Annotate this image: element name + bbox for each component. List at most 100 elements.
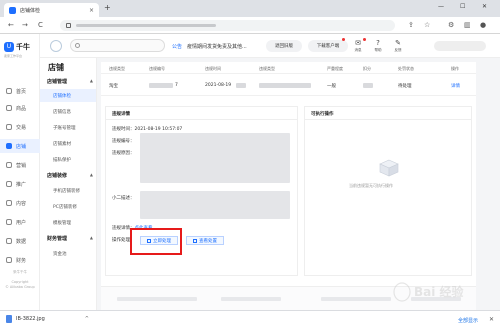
tab-title: 店铺体检 bbox=[20, 7, 41, 14]
view-disposal-button[interactable]: 查看处置 bbox=[186, 236, 224, 245]
data-icon bbox=[6, 238, 12, 244]
blurred-footer-text bbox=[221, 297, 281, 301]
empty-text: 当前违规暂无可执行操作 bbox=[349, 183, 393, 188]
browser-tabbar: 店铺体检 × + — ☐ ✕ bbox=[0, 0, 500, 17]
group-title: 店铺装修 bbox=[47, 173, 68, 179]
sidebar-label: 交易 bbox=[16, 124, 27, 131]
cell-status: 待处理 bbox=[398, 84, 412, 89]
col-points: 扣分 bbox=[363, 66, 371, 71]
download-item[interactable]: IB-3822.jpg ^ bbox=[6, 315, 89, 323]
maximize-button[interactable]: ☐ bbox=[460, 3, 465, 10]
sidebar-label: 店铺 bbox=[16, 143, 27, 150]
sidebar-item-finance[interactable]: 财务 bbox=[0, 253, 40, 267]
field-label: 违规编号： bbox=[112, 139, 135, 144]
notice-tag[interactable]: 公告 bbox=[172, 43, 182, 50]
chevron-up-icon: ▲ bbox=[89, 235, 93, 240]
star-icon[interactable]: ☆ bbox=[424, 21, 430, 29]
browser-tab[interactable]: 店铺体检 × bbox=[4, 3, 99, 17]
group-shop-decoration[interactable]: 店铺装修 ▲ bbox=[47, 172, 93, 179]
subnav-item-templates[interactable]: 模板管理 bbox=[40, 216, 96, 229]
search-input[interactable] bbox=[70, 39, 165, 52]
empty-box-icon bbox=[379, 159, 399, 177]
detail-link[interactable]: 详情 bbox=[451, 83, 460, 89]
reading-list-icon[interactable]: ▥ bbox=[464, 21, 471, 29]
return-old-version-button[interactable]: 退回旧版 bbox=[266, 40, 302, 52]
subnav-item-shop-info[interactable]: 店铺信息 bbox=[40, 105, 96, 118]
group-shop-management[interactable]: 店铺管理 ▲ bbox=[47, 78, 93, 85]
chevron-up-icon[interactable]: ^ bbox=[85, 316, 89, 322]
chevron-up-icon: ▲ bbox=[89, 172, 93, 177]
app-root: U 千牛 卖家工作平台 首页 商品 交易 店铺 营销 推广 内容 用户 数据 财… bbox=[0, 34, 500, 310]
message-button[interactable]: ✉ 消息 bbox=[350, 39, 366, 53]
user-avatar[interactable] bbox=[434, 41, 486, 51]
notice-text[interactable]: 疫情期间发货免责及其他... bbox=[187, 43, 247, 50]
table-row: 淘宝 7 2021-08-19 一般 待处理 详情 bbox=[101, 74, 476, 96]
feedback-button[interactable]: ✎ 反馈 bbox=[390, 39, 406, 53]
sidebar-item-content[interactable]: 内容 bbox=[0, 196, 40, 210]
main-content: 违规类型 违规编号 违规时间 违规类型 严重程度 扣分 处罚状态 操作 淘宝 7… bbox=[101, 62, 476, 310]
share-icon[interactable]: ⇪ bbox=[408, 21, 414, 29]
reload-button[interactable]: C bbox=[38, 21, 43, 29]
blurred-footer-text bbox=[117, 297, 197, 301]
col-severity: 严重程度 bbox=[327, 66, 343, 71]
url-text bbox=[76, 24, 216, 27]
minimize-button[interactable]: — bbox=[438, 3, 444, 10]
collapse-icon[interactable] bbox=[50, 40, 62, 52]
col-type: 违规类型 bbox=[109, 66, 125, 71]
back-button[interactable]: ← bbox=[8, 21, 14, 29]
subnav-item-privacy[interactable]: 描私保护 bbox=[40, 153, 96, 166]
address-bar[interactable] bbox=[60, 20, 395, 31]
blurred-detail-block bbox=[140, 133, 290, 183]
users-icon bbox=[6, 219, 12, 225]
extensions-icon[interactable]: ⚙ bbox=[448, 21, 454, 29]
col-action: 操作 bbox=[451, 66, 459, 71]
sidebar-item-data[interactable]: 数据 bbox=[0, 234, 40, 248]
image-file-icon bbox=[6, 315, 12, 323]
blurred-note-block bbox=[140, 191, 290, 219]
tab-favicon-icon bbox=[9, 6, 16, 14]
group-finance[interactable]: 财务管理 ▲ bbox=[47, 235, 93, 242]
table-header: 违规类型 违规编号 违规时间 违规类型 严重程度 扣分 处罚状态 操作 bbox=[101, 62, 476, 74]
cell-date: 2021-08-19 bbox=[205, 83, 232, 88]
help-button[interactable]: ? 帮助 bbox=[370, 39, 386, 53]
field-label: 违规时间： bbox=[112, 127, 135, 132]
subnav-item-mobile-decor[interactable]: 手机店铺装修 bbox=[40, 184, 96, 197]
tab-close-icon[interactable]: × bbox=[89, 7, 94, 14]
highlight-box bbox=[130, 228, 182, 255]
sidebar-item-trade[interactable]: 交易 bbox=[0, 120, 40, 134]
profile-icon[interactable]: ● bbox=[480, 21, 486, 29]
subnav-item-subaccount[interactable]: 子账号管理 bbox=[40, 121, 96, 134]
feedback-icon: ✎ bbox=[395, 39, 401, 47]
sidebar-item-users[interactable]: 用户 bbox=[0, 215, 40, 229]
help-label: 帮助 bbox=[374, 48, 382, 52]
sidebar-item-promotion[interactable]: 推广 bbox=[0, 177, 40, 191]
subnav-item-fund-pool[interactable]: 资金池 bbox=[40, 247, 96, 260]
sidebar-item-shop[interactable]: 店铺 bbox=[0, 139, 40, 153]
trade-icon bbox=[6, 124, 12, 130]
chevron-up-icon: ▲ bbox=[89, 78, 93, 83]
cell-type: 淘宝 bbox=[109, 84, 118, 89]
close-window-button[interactable]: ✕ bbox=[482, 3, 487, 10]
show-all-button[interactable]: 全部显示 bbox=[458, 317, 478, 324]
sidebar-label: 用户 bbox=[16, 219, 27, 226]
blurred-points bbox=[363, 83, 373, 88]
download-filename: IB-3822.jpg bbox=[16, 316, 45, 322]
download-client-button[interactable]: 下载客户端 bbox=[308, 40, 348, 52]
group-title: 店铺管理 bbox=[47, 79, 68, 85]
field-reason: 违规原因： bbox=[112, 150, 135, 156]
blurred-id bbox=[149, 83, 173, 88]
field-value: 2021-08-19 10:57:07 bbox=[134, 127, 183, 132]
forward-button[interactable]: → bbox=[22, 21, 28, 29]
sidebar-item-home[interactable]: 首页 bbox=[0, 84, 40, 98]
subnav-item-pc-decor[interactable]: PC店铺装修 bbox=[40, 200, 96, 213]
sidebar-item-marketing[interactable]: 营销 bbox=[0, 158, 40, 172]
subnav-item-shop-material[interactable]: 店铺素材 bbox=[40, 137, 96, 150]
col-status: 处罚状态 bbox=[398, 66, 414, 71]
field-id: 违规编号： bbox=[112, 138, 135, 144]
field-time: 违规时间：2021-08-19 10:57:07 bbox=[112, 126, 182, 132]
blurred-time bbox=[236, 83, 246, 88]
subnav-item-shop-check[interactable]: 店铺体检 bbox=[40, 89, 96, 102]
close-download-bar-icon[interactable]: ✕ bbox=[489, 316, 494, 323]
sidebar-item-goods[interactable]: 商品 bbox=[0, 101, 40, 115]
new-tab-button[interactable]: + bbox=[104, 3, 111, 12]
